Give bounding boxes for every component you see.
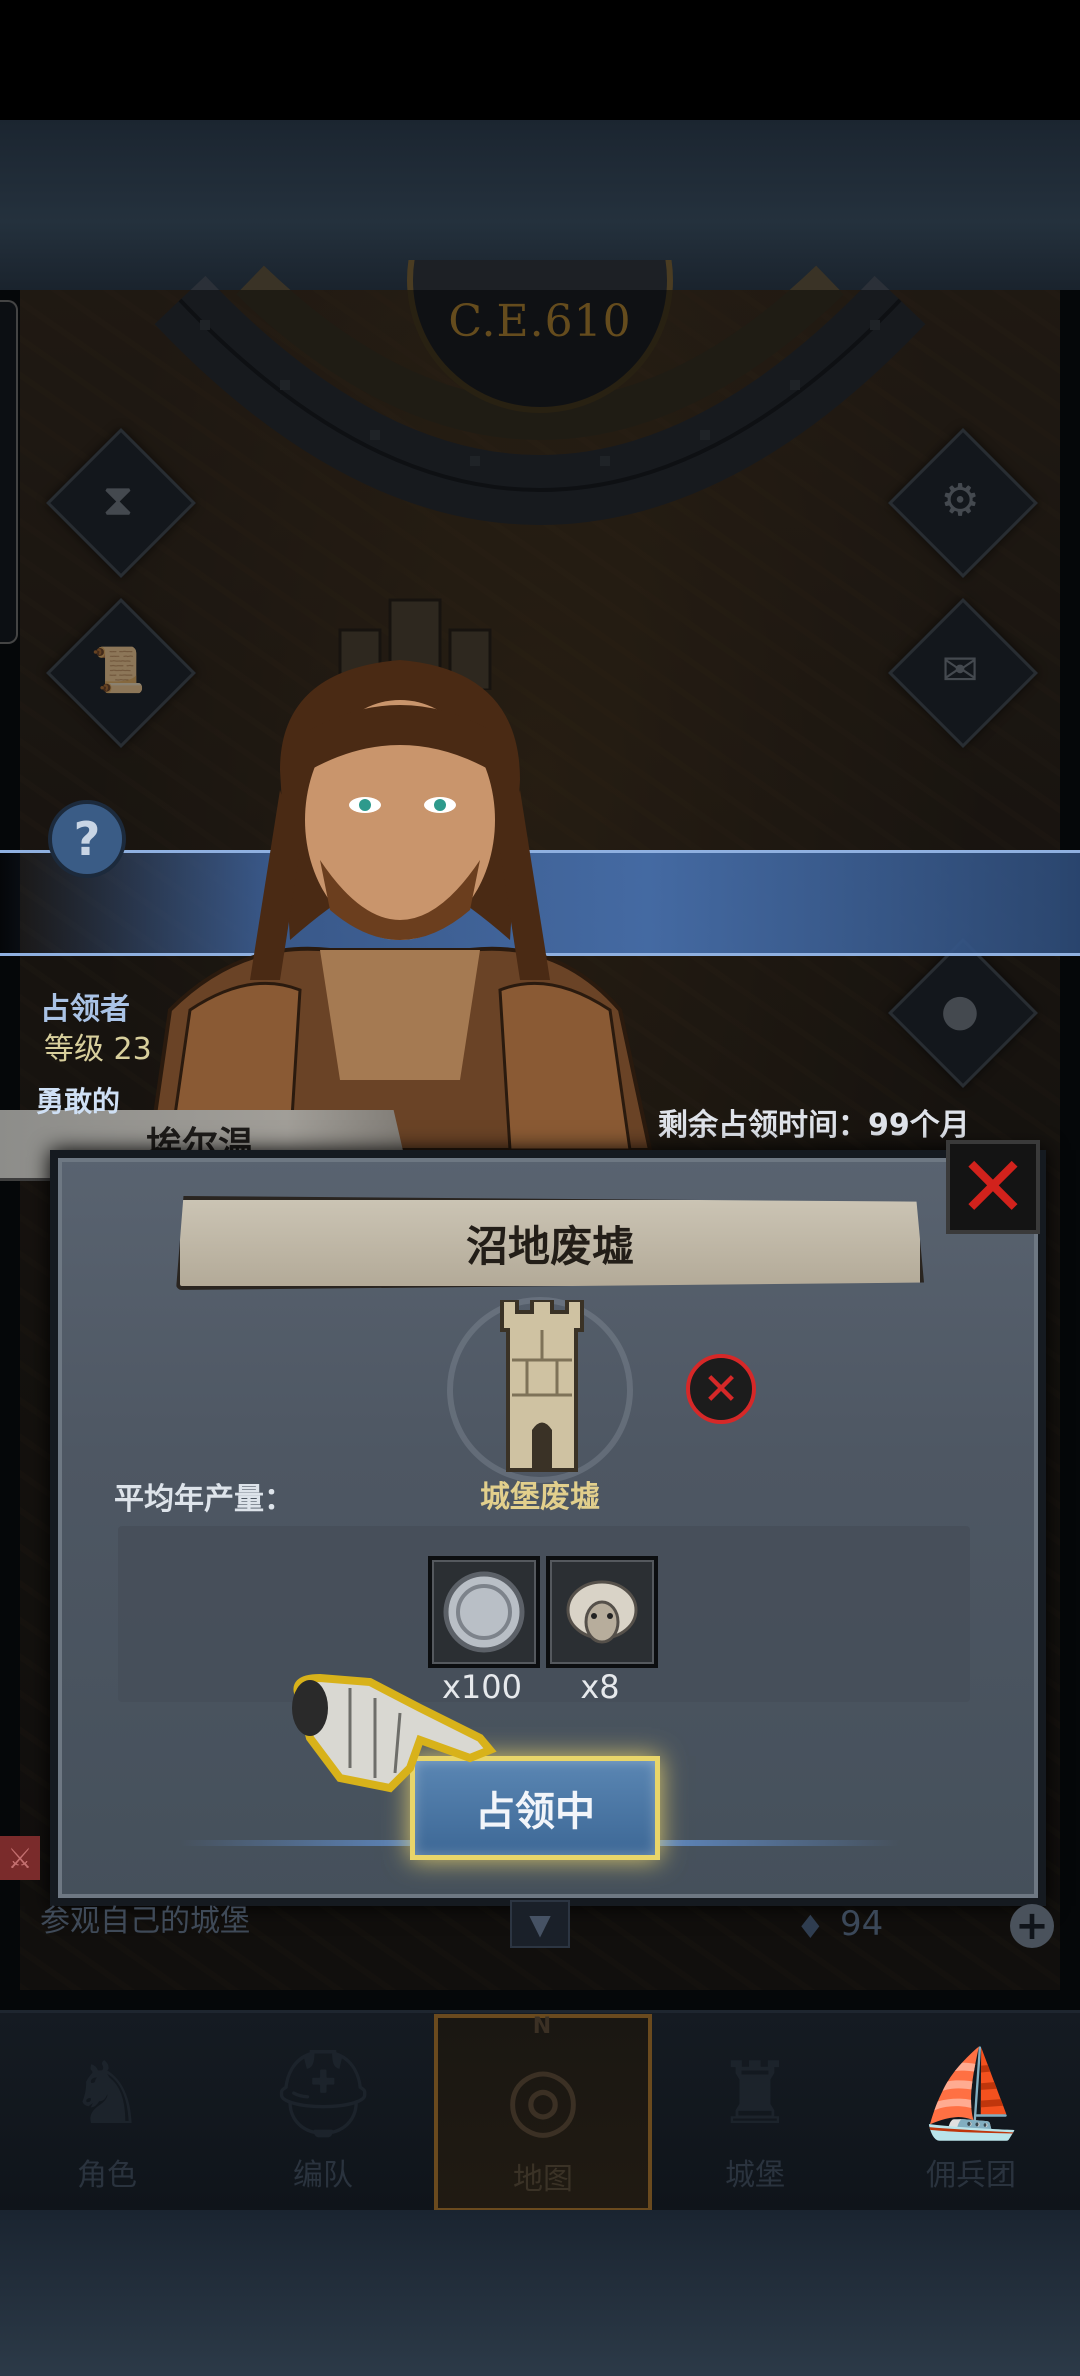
close-button[interactable]: ✕ bbox=[946, 1140, 1040, 1234]
ruined-tower-icon bbox=[500, 1300, 584, 1472]
territory-title-banner: 沼地废墟 bbox=[176, 1196, 924, 1290]
tab-map-label: 地图 bbox=[513, 2162, 573, 2197]
resource-silver[interactable] bbox=[428, 1556, 540, 1668]
help-button[interactable]: ? bbox=[48, 800, 126, 878]
knight-icon: ♞ bbox=[68, 2044, 146, 2144]
resource-sheep-count: x8 bbox=[580, 1668, 620, 1706]
building-name: 城堡废墟 bbox=[480, 1480, 600, 1515]
hero-title: 勇敢的 bbox=[36, 1085, 121, 1118]
status-bar bbox=[0, 0, 1080, 120]
tab-mercenaries[interactable]: ⛵ 佣兵团 bbox=[866, 2014, 1076, 2204]
add-gems-button[interactable]: + bbox=[1010, 1904, 1054, 1948]
tab-mercenaries-label: 佣兵团 bbox=[926, 2158, 1016, 2193]
side-handle[interactable] bbox=[0, 300, 18, 644]
chevron-down-icon[interactable]: ▼ bbox=[510, 1900, 570, 1948]
bottom-background bbox=[0, 2210, 1080, 2376]
unavailable-icon[interactable]: ✕ bbox=[686, 1354, 756, 1424]
level-value: 23 bbox=[113, 1032, 152, 1067]
silver-coin-icon bbox=[443, 1571, 525, 1653]
occupier-level: 等级 23 bbox=[44, 1024, 152, 1068]
territory-title: 沼地废墟 bbox=[465, 1221, 634, 1271]
tab-castle[interactable]: ♜ 城堡 bbox=[650, 2014, 860, 2204]
tab-character[interactable]: ♞ 角色 bbox=[2, 2014, 212, 2204]
close-icon: ✕ bbox=[957, 1138, 1029, 1236]
hero-portrait bbox=[147, 660, 653, 1150]
occupier-label: 占领者 bbox=[40, 992, 130, 1027]
question-icon: ? bbox=[73, 812, 101, 866]
ship-icon: ⛵ bbox=[917, 2044, 1025, 2144]
tab-map[interactable]: ◎ 地图 bbox=[434, 2014, 652, 2212]
compass-icon: ◎ bbox=[505, 2048, 581, 2148]
tab-formation[interactable]: ⛑ 编队 bbox=[218, 2014, 428, 2204]
crossed-swords-icon[interactable]: ⚔ bbox=[0, 1836, 40, 1880]
castle-icon: ♜ bbox=[716, 2044, 794, 2144]
level-text: 等级 bbox=[44, 1032, 104, 1067]
tab-formation-label: 编队 bbox=[293, 2158, 353, 2193]
resource-sheep[interactable] bbox=[546, 1556, 658, 1668]
visit-own-castle[interactable]: 参观自己的城堡 bbox=[40, 1896, 250, 1940]
plus-icon: + bbox=[1015, 1903, 1049, 1949]
gem-icon: ♦ bbox=[796, 1908, 825, 1946]
remaining-time: 剩余占领时间：99个月 bbox=[658, 1108, 970, 1143]
gem-count: 94 bbox=[840, 1904, 884, 1944]
helmet-icon: ⛑ bbox=[268, 2044, 378, 2144]
tab-character-label: 角色 bbox=[77, 2158, 137, 2193]
tab-castle-label: 城堡 bbox=[725, 2158, 785, 2193]
yield-label: 平均年产量： bbox=[114, 1482, 294, 1517]
pointing-gauntlet-icon bbox=[292, 1673, 497, 1793]
sheep-icon bbox=[566, 1580, 638, 1644]
compass-north-marker: N bbox=[532, 2014, 552, 2039]
